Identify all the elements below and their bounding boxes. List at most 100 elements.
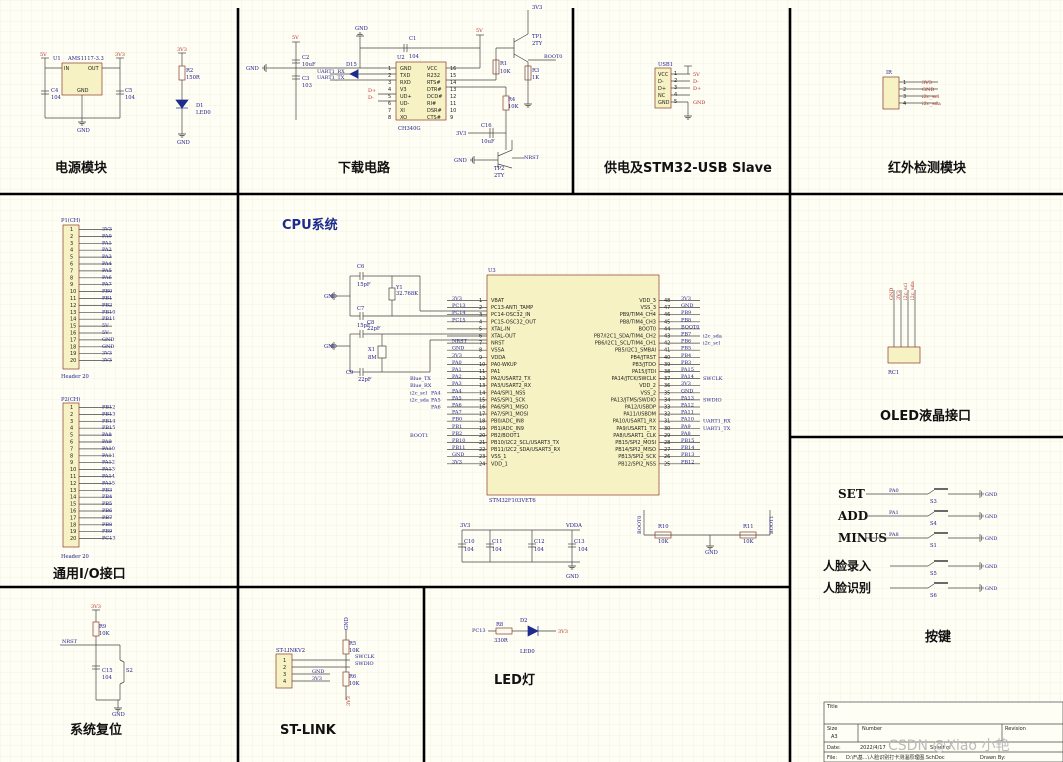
- key-label: SET: [838, 487, 865, 501]
- d1-ref: D1: [196, 103, 203, 109]
- key-label: 人脸录入: [823, 558, 871, 573]
- cpu-right-num: 47: [664, 305, 670, 311]
- nrst-net: NRST: [524, 155, 540, 161]
- p1-pin-num: 9: [70, 282, 73, 288]
- usb-net: 5V: [693, 72, 700, 78]
- cpu-left-num: 15: [479, 397, 485, 403]
- ch340-right-pin: DSR#: [427, 108, 442, 114]
- p2-net: PA11: [102, 453, 115, 459]
- c8-value: 22pF: [367, 326, 381, 332]
- p1-net: PA1: [102, 240, 112, 246]
- c9-ref: C9: [346, 370, 353, 376]
- cpu-left-net: PA0: [452, 360, 462, 366]
- tp2-ref: TP2: [494, 166, 504, 172]
- c1-value: 104: [409, 54, 420, 60]
- cpu-right-pin: VDD_3: [639, 298, 656, 304]
- cpu-left-ext: i2c_scl: [410, 390, 427, 396]
- tb-drawn: Drawn By:: [980, 755, 1006, 761]
- boot-gnd: GND: [705, 550, 718, 556]
- usb-ref: USB1: [658, 62, 673, 68]
- r6-ref: R6: [349, 674, 356, 680]
- cpu-left-pin: VSSA: [491, 348, 505, 354]
- tb-date: Date:: [827, 745, 841, 751]
- p1-net: GND: [102, 337, 114, 343]
- u3-ref: U3: [488, 268, 496, 274]
- tp2-value: 2TY: [494, 173, 505, 179]
- module-title-oled: OLED液晶接口: [880, 408, 971, 424]
- d2-value: LED0: [520, 649, 535, 655]
- c2-value: 10uF: [302, 62, 316, 68]
- p1-net: 3V3: [102, 351, 112, 357]
- cpu-right-pin: PB14/SPI2_MISO: [615, 447, 656, 453]
- usb-net: D+: [693, 86, 701, 92]
- cpu-right-num: 31: [664, 419, 670, 425]
- c1-ref: C1: [409, 36, 416, 42]
- cpu-left-num: 12: [479, 376, 485, 382]
- usb-pin: D+: [658, 86, 666, 92]
- cpu-right-pin: PA11/USBDM: [623, 412, 656, 418]
- u1-out-pin: OUT: [88, 66, 100, 72]
- cpu-gnd-2: GND: [324, 344, 337, 350]
- ch340-right-num: 10: [450, 108, 456, 114]
- module-title-keys: 按键: [925, 629, 951, 645]
- p1-pin-num: 10: [70, 289, 76, 295]
- boot0-rail: BOOT0: [637, 516, 643, 534]
- stlink-net: GND: [312, 669, 324, 675]
- p2-net: PC13: [102, 536, 116, 542]
- c10-ref: C10: [464, 539, 475, 545]
- p1-net: 5V: [102, 323, 109, 329]
- cpu-right-pin: PB7/I2C1_SDA/TIM4_CH2: [594, 334, 656, 340]
- key-net: PA0: [889, 488, 899, 494]
- c13-value: 104: [578, 547, 589, 553]
- cpu-left-num: 13: [479, 383, 485, 389]
- cpu-right-num: 30: [664, 426, 670, 432]
- p2-net: PA12: [102, 460, 115, 466]
- cpu-left-pin: PA6/SPI1_MISO: [491, 405, 528, 411]
- p1-ref: P1(CH): [61, 217, 80, 224]
- cpu-right-pin: VSS_2: [641, 390, 656, 396]
- cpu-left-num: 19: [479, 426, 485, 432]
- cpu-right-ext: UART1_RX: [703, 419, 731, 425]
- cpu-right-num: 48: [664, 298, 670, 304]
- tb-file: File:: [827, 755, 837, 761]
- ch340-right-pin: CTS#: [427, 115, 441, 121]
- cpu-left-pin: PB1/ADC_IN9: [491, 426, 524, 432]
- key-gnd-label: GND: [985, 564, 997, 570]
- c7-ref: C7: [357, 306, 364, 312]
- cpu-right-num: 34: [664, 397, 670, 403]
- p1-pin-num: 14: [70, 317, 76, 323]
- u2-part: CH340G: [398, 126, 421, 132]
- cpu-right-pin: PA15/JTDI: [632, 369, 656, 375]
- p1-net: PA2: [102, 247, 112, 253]
- ch340-left-pin: GND: [400, 66, 412, 72]
- stlink-3v3: 3V3: [346, 696, 352, 706]
- p1-net: PA4: [102, 261, 112, 267]
- p2-pin-num: 17: [70, 515, 76, 521]
- usb-pin-num: 4: [674, 92, 677, 98]
- ch340-right-num: 13: [450, 87, 456, 93]
- cpu-left-num: 4: [479, 319, 482, 325]
- c3-ref: C3: [302, 76, 309, 82]
- cpu-left-num: 18: [479, 419, 485, 425]
- cpu-left-pin: PA5/SPI1_SCK: [491, 397, 526, 403]
- power-gnd-label: GND: [77, 128, 90, 134]
- cpu-right-num: 27: [664, 447, 670, 453]
- ch340-left-pin: XI: [400, 108, 405, 114]
- cpu-left-net: PB0: [452, 417, 462, 423]
- p1-pin-num: 19: [70, 351, 76, 357]
- cpu-right-ext: SWDIO: [703, 397, 722, 403]
- p2-pin-num: 15: [70, 502, 76, 508]
- p2-ref: P2(CH): [61, 396, 80, 403]
- cpu-right-net: 3V3: [681, 381, 691, 387]
- cpu-right-pin: PA13/JTMS/SWDIO: [611, 397, 656, 403]
- cpu-left-num: 7: [479, 341, 482, 347]
- c5-value: 104: [125, 95, 136, 101]
- cpu-right-num: 40: [664, 355, 670, 361]
- p2-net: PB13: [102, 411, 115, 417]
- cpu-left-pin: VBAT: [491, 298, 505, 304]
- ch340-left-num: 1: [388, 66, 391, 72]
- p2-pin-num: 3: [70, 419, 73, 425]
- cpu-left-pin: PB10/I2C2_SCL/USART3_TX: [491, 440, 560, 446]
- p2-pin-num: 14: [70, 495, 76, 501]
- ch340-left-pin: UD+: [400, 94, 412, 100]
